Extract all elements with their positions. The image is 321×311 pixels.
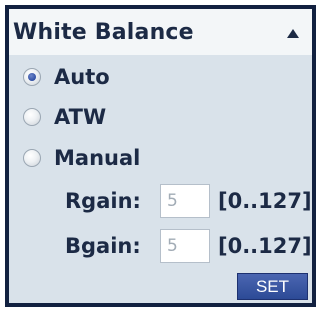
mode-auto-label: Auto: [54, 65, 110, 89]
bgain-label: Bgain:: [65, 234, 141, 258]
rgain-input[interactable]: [160, 184, 210, 218]
panel-body: White Balance Auto ATW Manual Rgain: [0.…: [9, 9, 312, 303]
rgain-label: Rgain:: [65, 189, 141, 213]
set-button[interactable]: SET: [237, 273, 308, 300]
radio-atw[interactable]: [23, 108, 41, 126]
mode-manual-option[interactable]: Manual: [23, 146, 140, 170]
mode-atw-option[interactable]: ATW: [23, 105, 106, 129]
bgain-range: [0..127]: [218, 234, 312, 258]
bgain-input[interactable]: [160, 229, 210, 263]
panel-header: White Balance: [9, 9, 312, 55]
mode-auto-option[interactable]: Auto: [23, 65, 110, 89]
mode-manual-label: Manual: [54, 146, 141, 170]
panel-title: White Balance: [13, 20, 194, 45]
white-balance-panel: White Balance Auto ATW Manual Rgain: [0.…: [5, 5, 316, 307]
radio-manual[interactable]: [23, 149, 41, 167]
mode-atw-label: ATW: [54, 105, 107, 129]
rgain-range: [0..127]: [218, 189, 312, 213]
triangle-up-icon[interactable]: [287, 29, 299, 38]
radio-auto[interactable]: [23, 68, 41, 86]
